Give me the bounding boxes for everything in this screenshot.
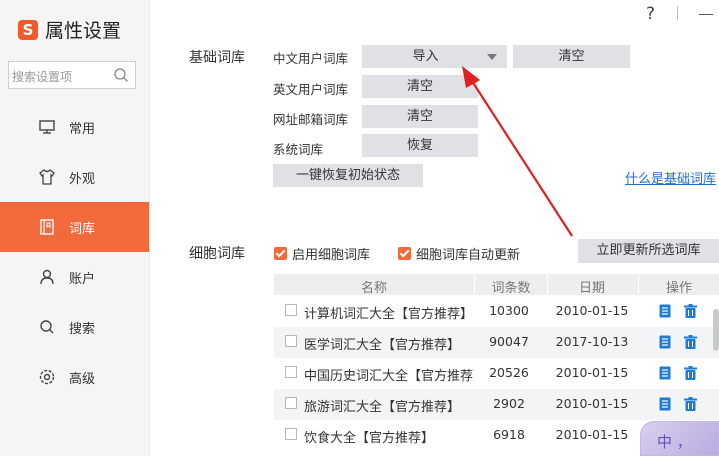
annotation-arrow <box>462 66 573 237</box>
ime-toolbar[interactable]: 中 ， <box>640 421 719 456</box>
ime-mode-indicator: 中 ， <box>657 433 692 451</box>
